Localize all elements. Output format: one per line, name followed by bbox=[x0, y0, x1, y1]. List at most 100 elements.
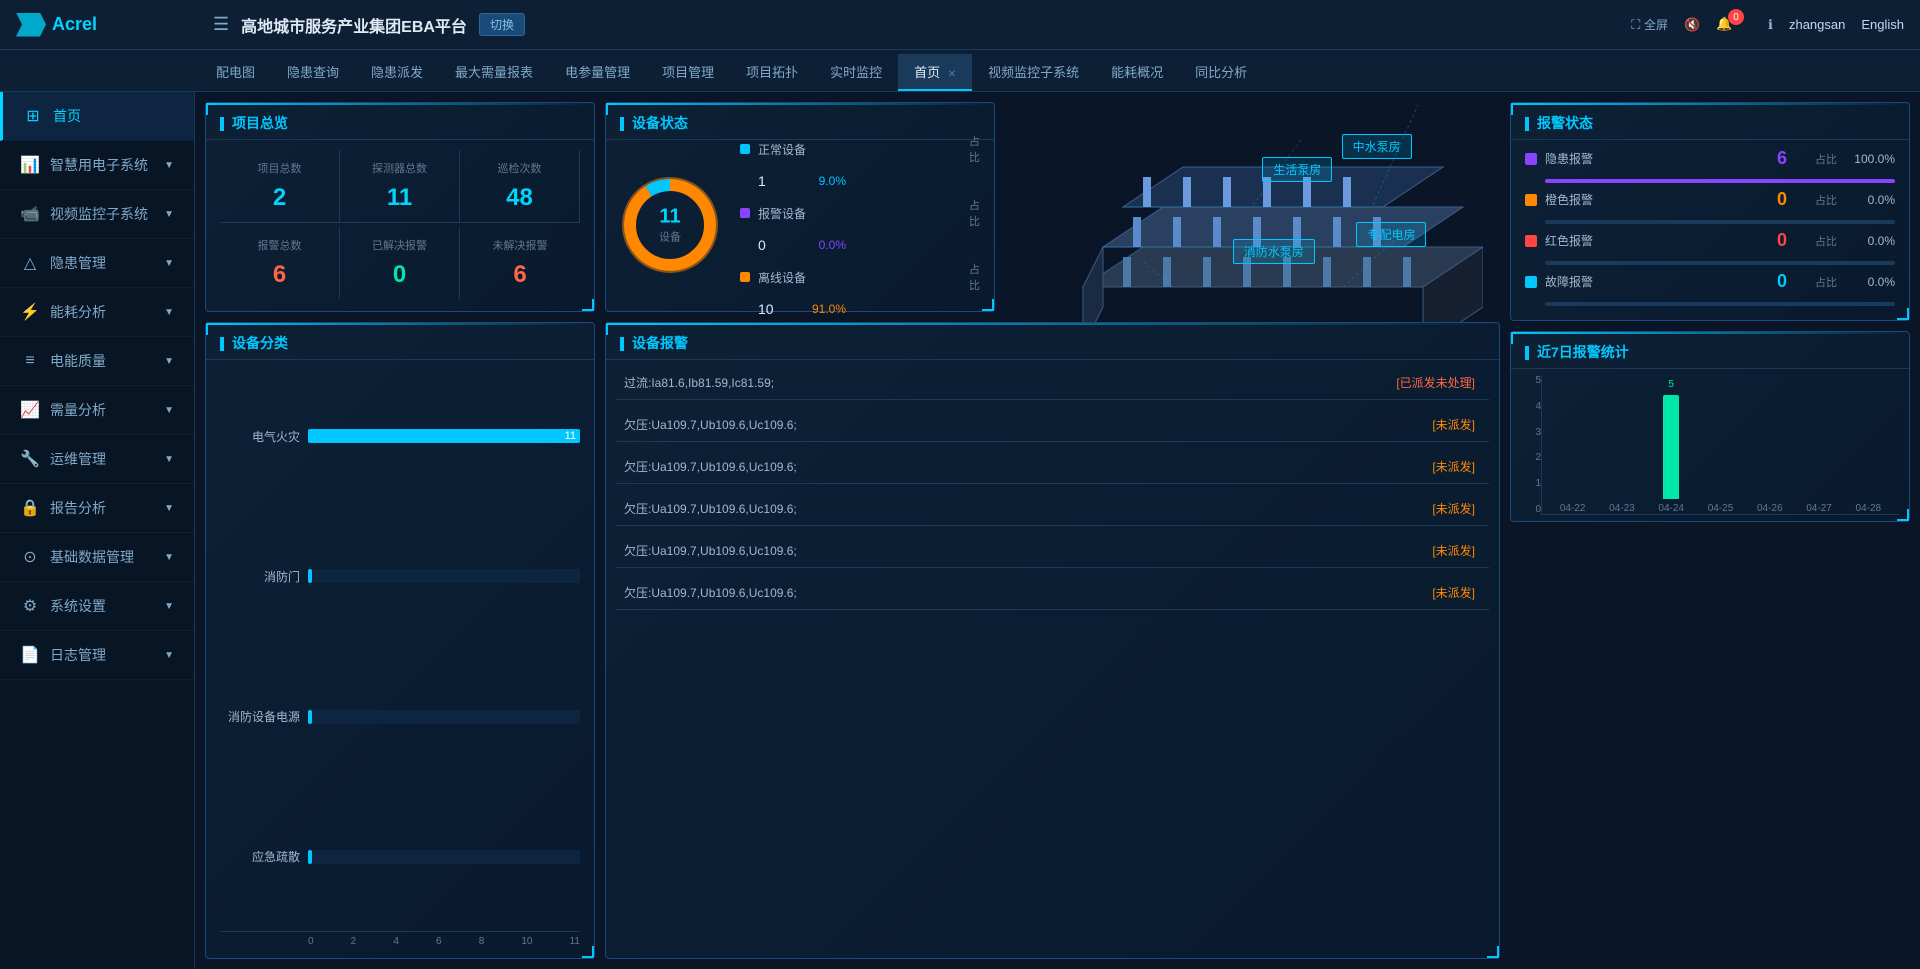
tab-能耗概况[interactable]: 能耗概况 bbox=[1095, 54, 1179, 91]
chevron-down-icon-11: ▼ bbox=[164, 650, 174, 661]
cat-val-电气火灾: 11 bbox=[565, 430, 576, 442]
tab-电参量管理[interactable]: 电参量管理 bbox=[549, 54, 646, 91]
alarm-status-panel: 报警状态 隐患报警 6 占比 100.0% bbox=[1510, 102, 1910, 321]
info-icon[interactable]: ℹ bbox=[1768, 17, 1773, 33]
tab-实时监控[interactable]: 实时监控 bbox=[814, 54, 898, 91]
legend-count-正常设备: 1 bbox=[758, 173, 788, 189]
cat-bar-fill-消防门 bbox=[308, 569, 312, 583]
legend-values-报警设备: 0 0.0% bbox=[740, 237, 980, 253]
demand-icon: 📈 bbox=[20, 400, 40, 420]
sidebar-item-视频监控子系统[interactable]: 📹 视频监控子系统 ▼ bbox=[0, 190, 194, 239]
cat-bar-应急疏散 bbox=[308, 850, 580, 864]
bar-col-04-27: 04-27 bbox=[1796, 499, 1841, 514]
sidebar-label-能耗分析: 能耗分析 bbox=[50, 302, 106, 322]
tab-项目管理[interactable]: 项目管理 bbox=[646, 54, 730, 91]
right-panels: 报警状态 隐患报警 6 占比 100.0% bbox=[1510, 102, 1910, 312]
sidebar-item-能耗分析[interactable]: ⚡ 能耗分析 ▼ bbox=[0, 288, 194, 337]
sidebar-item-系统设置[interactable]: ⚙ 系统设置 ▼ bbox=[0, 582, 194, 631]
building-label-专配电房[interactable]: 专配电房 bbox=[1356, 222, 1426, 247]
tab-视频监控子系统[interactable]: 视频监控子系统 bbox=[972, 54, 1095, 91]
electric-icon: 📊 bbox=[20, 155, 40, 175]
stat-未解决报警: 未解决报警 6 bbox=[460, 227, 580, 299]
tab-项目拓扑[interactable]: 项目拓扑 bbox=[730, 54, 814, 91]
chevron-down-icon: ▼ bbox=[164, 160, 174, 171]
x-tick-0: 0 bbox=[308, 936, 314, 947]
alarm-desc-0: 过流:Ia81.6,Ib81.59,Ic81.59; bbox=[624, 374, 1390, 391]
x-label-04-25: 04-25 bbox=[1708, 503, 1734, 514]
sidebar-item-隐患管理[interactable]: △ 隐患管理 ▼ bbox=[0, 239, 194, 288]
tab-同比分析[interactable]: 同比分析 bbox=[1179, 54, 1263, 91]
alarm-count-橙色报警: 0 bbox=[1777, 189, 1807, 210]
volume-icon[interactable]: 🔇 bbox=[1684, 17, 1700, 33]
sidebar-label-基础数据管理: 基础数据管理 bbox=[50, 547, 134, 567]
chevron-down-icon-9: ▼ bbox=[164, 552, 174, 563]
x-label-04-27: 04-27 bbox=[1806, 503, 1832, 514]
chart-area: 5 4 3 2 1 0 04-22 bbox=[1521, 375, 1899, 515]
sidebar-item-日志管理[interactable]: 📄 日志管理 ▼ bbox=[0, 631, 194, 680]
cat-x-axis: 0 2 4 6 8 10 11 bbox=[220, 931, 580, 947]
tab-配电图[interactable]: 配电图 bbox=[200, 54, 271, 91]
y-label-1: 1 bbox=[1521, 478, 1541, 489]
bar-04-24: 5 bbox=[1663, 395, 1679, 499]
tab-隐患派发[interactable]: 隐患派发 bbox=[355, 54, 439, 91]
bar-col-04-28: 04-28 bbox=[1846, 499, 1891, 514]
legend-row-报警设备: 报警设备 占比 bbox=[740, 197, 980, 229]
alarm-dot-红色报警 bbox=[1525, 235, 1537, 247]
menu-toggle[interactable]: ☰ bbox=[213, 14, 229, 35]
alarm-row-红色报警: 红色报警 0 占比 0.0% bbox=[1525, 230, 1895, 265]
language[interactable]: English bbox=[1861, 17, 1904, 32]
cat-name-应急疏散: 应急疏散 bbox=[220, 848, 300, 865]
sidebar-item-运维管理[interactable]: 🔧 运维管理 ▼ bbox=[0, 435, 194, 484]
sidebar-item-电能质量[interactable]: ≡ 电能质量 ▼ bbox=[0, 337, 194, 386]
alarm-bar-fill-隐患报警 bbox=[1545, 179, 1895, 183]
sidebar-item-智慧用电子系统[interactable]: 📊 智慧用电子系统 ▼ bbox=[0, 141, 194, 190]
alarm-status-0: [已派发未处理] bbox=[1390, 372, 1481, 393]
log-icon: 📄 bbox=[20, 645, 40, 665]
donut-chart: 11 设备 bbox=[620, 175, 720, 275]
stat-报警总数: 报警总数 6 bbox=[220, 227, 340, 299]
alarm-status-4: [未派发] bbox=[1426, 540, 1481, 561]
tab-最大需量报表[interactable]: 最大需量报表 bbox=[439, 54, 549, 91]
bar-col-04-25: 04-25 bbox=[1698, 499, 1743, 514]
sidebar-item-首页[interactable]: ⊞ 首页 bbox=[0, 92, 194, 141]
alarm-pct-label-故障报警: 占比 bbox=[1815, 274, 1837, 290]
notification-area[interactable]: 🔔 0 bbox=[1716, 16, 1752, 34]
alarm-desc-4: 欠压:Ua109.7,Ub109.6,Uc109.6; bbox=[624, 542, 1426, 559]
tab-close-首页[interactable]: ✕ bbox=[948, 69, 956, 80]
sidebar-item-需量分析[interactable]: 📈 需量分析 ▼ bbox=[0, 386, 194, 435]
legend-row-正常设备: 正常设备 占比 bbox=[740, 133, 980, 165]
building-label-消防水泵房[interactable]: 消防水泵房 bbox=[1233, 239, 1315, 264]
bar-col-04-26: 04-26 bbox=[1747, 499, 1792, 514]
tab-首页[interactable]: 首页 ✕ bbox=[898, 54, 972, 91]
legend-pct-label-离线设备: 占比 bbox=[960, 261, 980, 293]
chart-7days-title: 近7日报警统计 bbox=[1511, 332, 1909, 369]
tab-隐患查询[interactable]: 隐患查询 bbox=[271, 54, 355, 91]
notification-badge: 0 bbox=[1728, 9, 1744, 25]
sidebar-label-需量分析: 需量分析 bbox=[50, 400, 106, 420]
top-bar: Acrel ☰ 高地城市服务产业集团EBA平台 切换 ⛶ 全屏 🔇 🔔 0 ℹ … bbox=[0, 0, 1920, 50]
building-label-生活泵房[interactable]: 生活泵房 bbox=[1262, 157, 1332, 182]
alarm-name-橙色报警: 橙色报警 bbox=[1545, 191, 1769, 208]
legend-pct-label-报警设备: 占比 bbox=[960, 197, 980, 229]
sidebar-item-报告分析[interactable]: 🔒 报告分析 ▼ bbox=[0, 484, 194, 533]
device-status-body: 11 设备 正常设备 占比 1 9.0% bbox=[606, 140, 994, 310]
bar-val-04-24: 5 bbox=[1668, 379, 1674, 390]
chart-7days-panel: 近7日报警统计 5 4 3 2 1 0 bbox=[1510, 331, 1910, 522]
top-right: ⛶ 全屏 🔇 🔔 0 ℹ zhangsan English bbox=[1631, 16, 1904, 34]
x-tick-8: 8 bbox=[479, 936, 485, 947]
switch-button[interactable]: 切换 bbox=[479, 13, 525, 36]
alarm-status-2: [未派发] bbox=[1426, 456, 1481, 477]
y-label-2: 2 bbox=[1521, 452, 1541, 463]
alarm-count-故障报警: 0 bbox=[1777, 271, 1807, 292]
alarm-pct-隐患报警: 100.0% bbox=[1845, 152, 1895, 166]
y-label-4: 4 bbox=[1521, 401, 1541, 412]
building-label-中水泵房[interactable]: 中水泵房 bbox=[1342, 134, 1412, 159]
sidebar-item-基础数据管理[interactable]: ⊙ 基础数据管理 ▼ bbox=[0, 533, 194, 582]
legend-pct-label-正常设备: 占比 bbox=[960, 133, 980, 165]
legend-count-报警设备: 0 bbox=[758, 237, 788, 253]
bar-col-04-23: 04-23 bbox=[1599, 499, 1644, 514]
alarm-count-红色报警: 0 bbox=[1777, 230, 1807, 251]
y-label-3: 3 bbox=[1521, 427, 1541, 438]
fullscreen-icon[interactable]: ⛶ 全屏 bbox=[1631, 16, 1668, 33]
main-layout: ⊞ 首页 📊 智慧用电子系统 ▼ 📹 视频监控子系统 ▼ △ 隐患管理 ▼ ⚡ … bbox=[0, 92, 1920, 969]
